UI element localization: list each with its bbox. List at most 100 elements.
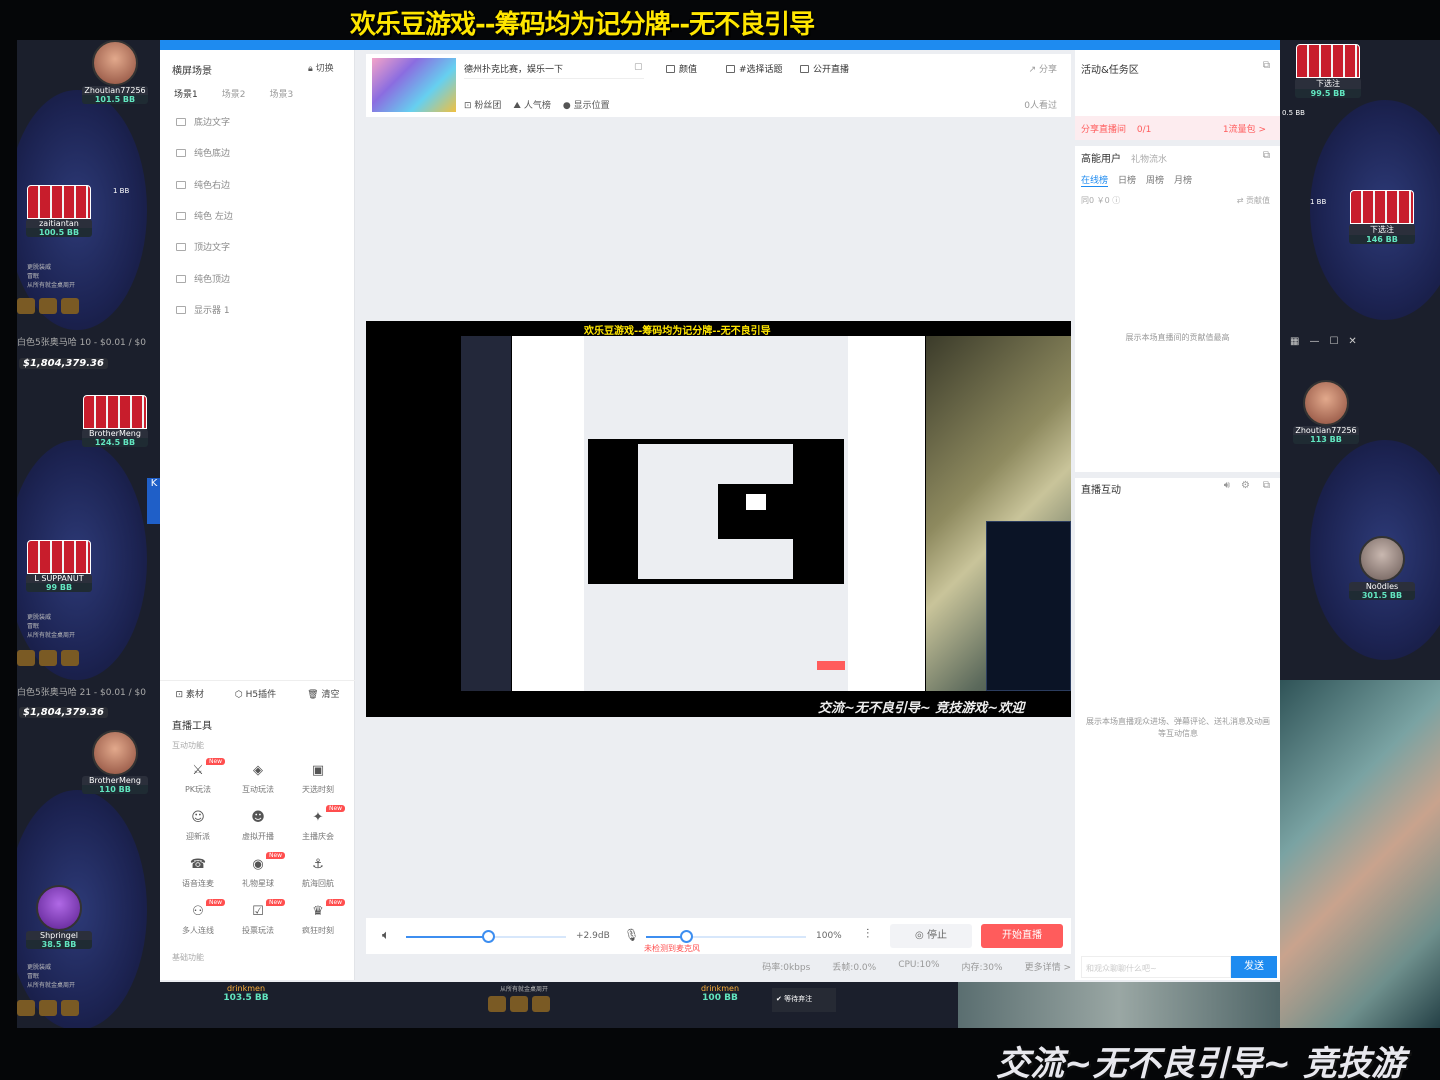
tab-scene-2[interactable]: 场景2 [222, 87, 246, 100]
close-icon[interactable]: ✕ [1348, 336, 1356, 347]
tool-vote[interactable]: ☑ 投票玩法 New [228, 899, 288, 936]
tab-scene-3[interactable]: 场景3 [269, 87, 293, 100]
player-seat[interactable]: zaitiantan 100.5 BB [19, 185, 99, 237]
gift-flow-tab[interactable]: 礼物流水 [1131, 155, 1167, 165]
robot-icon: ☻ [251, 810, 265, 825]
chat-input[interactable]: 和观众聊聊什么吧~ [1081, 956, 1231, 978]
microphone-icon[interactable]: 🎙︎ [624, 928, 639, 942]
player-seat[interactable]: 下选注 146 BB [1342, 190, 1422, 244]
grid-icon[interactable]: ▦ [1290, 336, 1299, 347]
app-titlebar[interactable] [160, 40, 1280, 50]
tab-monthly[interactable]: 月榜 [1174, 173, 1192, 187]
player-seat[interactable]: 下选注 99.5 BB [1288, 44, 1368, 98]
tool-game[interactable]: ◈ 互动玩法 [228, 762, 288, 795]
contribution-sort[interactable]: ⇄ 贡献值 [1237, 195, 1270, 206]
gear-icon[interactable]: ⚙ [1241, 480, 1250, 491]
stop-button[interactable]: ◎ 停止 [890, 924, 972, 948]
maximize-icon[interactable]: ☐ [1329, 336, 1338, 347]
background-photo [1280, 680, 1440, 1028]
popularity-button[interactable]: ⛰ 人气榜 [513, 98, 550, 111]
share-task-bar[interactable]: 分享直播间 0/1 1流量包 > [1075, 116, 1280, 140]
player-seat[interactable]: L SUPPANUT 99 BB [19, 540, 99, 592]
topic-button[interactable]: #选择话题 [726, 62, 783, 75]
source-item[interactable]: 纯色 左边 [176, 209, 233, 222]
stream-stats: 码率:0kbps 丢帧:0.0% CPU:10% 内存:30% 更多详情 > [366, 960, 1071, 976]
new-badge: New [206, 758, 226, 765]
slider-knob[interactable] [680, 930, 693, 943]
tool-planet[interactable]: ◉ 礼物星球 New [228, 852, 288, 889]
material-button[interactable]: ⊡ 素材 [176, 687, 204, 700]
player-seat[interactable]: BrotherMeng 124.5 BB [75, 395, 155, 447]
tool-gift-box[interactable]: ▣ 天选时刻 [288, 762, 348, 795]
mixer-icon[interactable]: ⫶ [866, 927, 869, 942]
tool-pk[interactable]: ⚔ PK玩法 New [168, 758, 228, 795]
speaker-icon[interactable]: 🔈︎ [382, 928, 390, 943]
player-seat[interactable]: Zhoutian77256 101.5 BB [75, 40, 155, 104]
tool-robot[interactable]: ☻ 虚拟开播 [228, 809, 288, 842]
new-badge: New [326, 899, 346, 906]
room-cover-image[interactable] [372, 58, 456, 112]
clear-button[interactable]: 🗑︎ 清空 [307, 687, 339, 700]
switch-button[interactable]: 🔒︎ 切换 [308, 61, 334, 74]
source-item[interactable]: 显示器 1 [176, 303, 230, 316]
room-title-input[interactable]: 德州扑克比赛，娱乐一下 [464, 62, 644, 79]
player-seat[interactable]: No0dles 301.5 BB [1342, 536, 1422, 600]
source-item[interactable]: 纯色底边 [176, 146, 230, 159]
player-seat[interactable]: BrotherMeng 110 BB [75, 730, 155, 794]
player-stack: 301.5 BB [1349, 591, 1415, 600]
player-name: BrotherMeng [82, 776, 148, 785]
send-button[interactable]: 发送 [1231, 956, 1277, 978]
player-seat[interactable]: drinkmen 103.5 BB [216, 984, 276, 1003]
popout-icon[interactable]: ⧉ [1263, 480, 1270, 491]
share-button[interactable]: ↗ 分享 [1029, 62, 1057, 75]
tool-party[interactable]: ✦ 主播庆会 New [288, 805, 348, 842]
tool-voice[interactable]: ☎ 语音连麦 [168, 856, 228, 889]
image-source-icon [176, 180, 186, 189]
tab-daily[interactable]: 日榜 [1118, 173, 1136, 187]
player-seat[interactable]: drinkmen 100 BB [690, 984, 750, 1003]
rank-title[interactable]: 高能用户 [1081, 154, 1121, 165]
wait-fold-label: 等待弃注 [784, 995, 813, 1003]
source-item[interactable]: 顶边文字 [176, 240, 230, 253]
slider-knob[interactable] [481, 930, 495, 943]
share-reward[interactable]: 1流量包 > [1223, 122, 1266, 135]
tool-anchor[interactable]: ⚓ 航海回航 [288, 856, 348, 889]
tool-person[interactable]: ☺ 迎新派 [168, 809, 228, 842]
speaker-volume-slider[interactable] [406, 930, 566, 943]
chip-amount: 1 BB [1310, 198, 1327, 206]
speaker-db: +2.9dB [576, 931, 610, 941]
tool-grid: ⚔ PK玩法 New ◈ 互动玩法 ▣ 天选时刻 ☺ 迎新派 ☻ 虚拟开播 ✦ 主播庆会 New ☎ 语音连麦… [168, 758, 348, 936]
tool-multi-user[interactable]: ⚇ 多人连线 New [168, 899, 228, 936]
start-live-button[interactable]: 开始直播 [981, 924, 1063, 948]
voice-icon[interactable]: 🔊︎ [1224, 480, 1230, 491]
source-item[interactable]: 纯色右边 [176, 178, 230, 191]
public-live-button[interactable]: 公开直播 [800, 62, 849, 75]
playing-card: K [147, 478, 160, 524]
image-source-icon [176, 148, 186, 157]
window-controls[interactable]: ▦ — ☐ ✕ [1290, 336, 1357, 347]
wait-fold-checkbox[interactable]: ✔ 等待弃注 [772, 988, 836, 1012]
h5-plugin-button[interactable]: ⬡ H5插件 [235, 687, 276, 700]
tab-weekly[interactable]: 周榜 [1146, 173, 1164, 187]
edit-icon[interactable]: ▢ [634, 62, 643, 72]
player-seat[interactable]: Shpringel 38.5 BB [19, 885, 99, 949]
tab-online[interactable]: 在线榜 [1081, 173, 1109, 187]
stream-banner: 欢乐豆游戏--筹码均为记分牌--无不良引导 [350, 10, 815, 40]
popout-icon[interactable]: ⧉ [1263, 150, 1270, 161]
mic-volume-slider[interactable] [646, 930, 806, 943]
tool-thumbs[interactable]: ♛ 疯狂时刻 New [288, 899, 348, 936]
source-item[interactable]: 底边文字 [176, 115, 230, 128]
player-name: drinkmen [700, 984, 740, 993]
stream-preview[interactable]: 欢乐豆游戏--筹码均为记分牌--无不良引导 交流~无不良引导~ 竞技游戏~欢迎 [366, 321, 1071, 717]
interaction-empty-text: 展示本场直播观众进场、弹幕评论、送礼消息及动画等互动信息 [1086, 717, 1270, 738]
tool-label: 虚拟开播 [242, 832, 274, 841]
popout-icon[interactable]: ⧉ [1263, 60, 1270, 71]
fan-group-button[interactable]: ⊡ 粉丝团 [464, 98, 501, 111]
player-seat[interactable]: Zhoutian77256 113 BB [1286, 380, 1366, 444]
minimize-icon[interactable]: — [1309, 336, 1319, 347]
source-item[interactable]: 纯色顶边 [176, 272, 230, 285]
category-button[interactable]: 颜值 [666, 62, 697, 75]
more-details-link[interactable]: 更多详情 > [1025, 960, 1071, 976]
tab-scene-1[interactable]: 场景1 [174, 87, 198, 100]
location-button[interactable]: ● 显示位置 [563, 98, 610, 111]
